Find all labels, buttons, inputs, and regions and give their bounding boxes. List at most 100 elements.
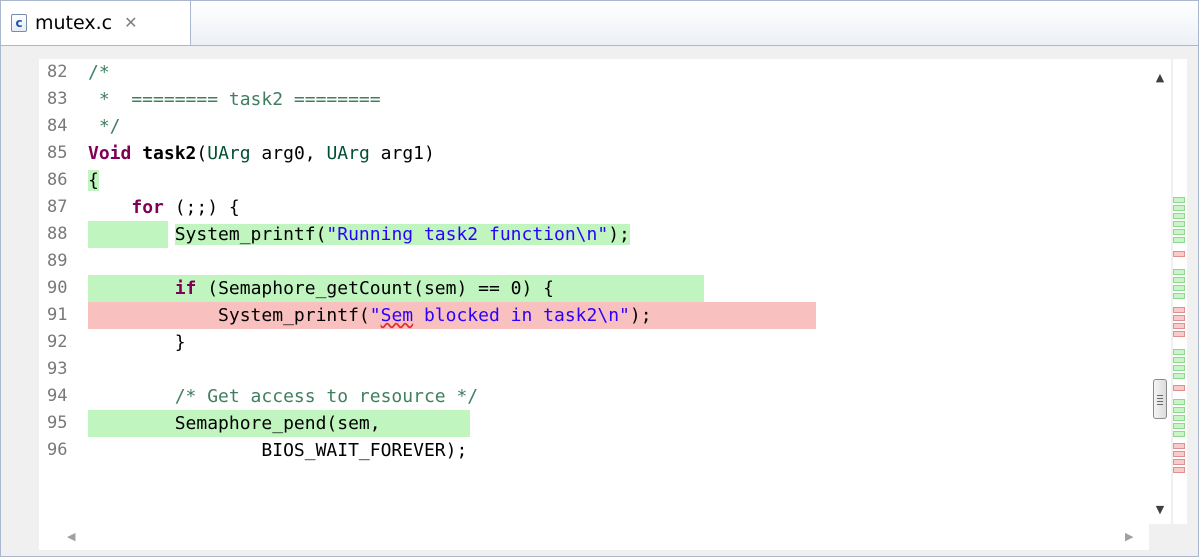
coverage-marker[interactable] <box>1173 285 1185 291</box>
tab-mutex-c[interactable]: c mutex.c ✕ <box>1 1 191 45</box>
code-line-covered[interactable]: Semaphore_pend(sem, <box>88 410 381 437</box>
code-line[interactable]: for (;;) { <box>88 194 240 221</box>
missed-marker[interactable] <box>1173 251 1185 257</box>
code-line[interactable]: BIOS_WAIT_FOREVER); <box>88 437 467 464</box>
code-token: arg0, <box>250 143 327 164</box>
overview-ruler[interactable] <box>1173 59 1187 524</box>
scroll-right-arrow-icon[interactable]: ▶ <box>1125 530 1133 543</box>
scrollbar-thumb[interactable] <box>1153 379 1167 419</box>
coverage-highlight-indent <box>88 221 168 248</box>
code-line-not-covered[interactable]: System_printf("Sem blocked in task2\n"); <box>88 302 652 329</box>
line-number: 96 <box>47 440 68 460</box>
scroll-left-arrow-icon[interactable]: ◀ <box>67 530 75 543</box>
scroll-up-arrow-icon[interactable]: ▲ <box>1149 71 1171 84</box>
missed-marker[interactable] <box>1173 385 1185 391</box>
line-number: 90 <box>47 278 68 298</box>
code-line[interactable]: * ======== task2 ======== <box>88 86 381 113</box>
line-number: 86 <box>47 170 68 190</box>
spelling-warning: Sem <box>380 305 414 326</box>
line-number: 91 <box>47 305 68 325</box>
code-line[interactable]: */ <box>88 113 121 140</box>
type-token: UArg <box>326 143 370 164</box>
grip-line <box>1157 401 1163 402</box>
code-token: (;;) { <box>163 197 240 218</box>
line-number: 94 <box>47 386 68 406</box>
code-editor[interactable]: 82 /* 83 * ======== task2 ======== 84 */… <box>39 59 1149 524</box>
missed-marker[interactable] <box>1173 459 1185 465</box>
string-literal: " <box>369 305 381 326</box>
coverage-marker[interactable] <box>1173 399 1185 405</box>
code-token: ); <box>608 224 630 245</box>
editor-window: c mutex.c ✕ 82 /* 83 * ======== task2 ==… <box>0 0 1199 557</box>
code-line[interactable]: /* Get access to resource */ <box>88 383 478 410</box>
code-token: ( <box>196 143 208 164</box>
coverage-marker[interactable] <box>1173 365 1185 371</box>
missed-marker[interactable] <box>1173 323 1185 329</box>
coverage-marker[interactable] <box>1173 357 1185 363</box>
code-line-covered[interactable]: if (Semaphore_getCount(sem) == 0) { <box>88 275 554 302</box>
line-number: 84 <box>47 116 68 136</box>
editor-tab-bar: c mutex.c ✕ <box>1 1 1198 46</box>
coverage-marker[interactable] <box>1173 415 1185 421</box>
function-name: task2 <box>142 143 197 164</box>
vertical-scrollbar[interactable]: ▲ ▼ <box>1149 59 1171 524</box>
code-line-covered[interactable]: System_printf("Running task2 function\n"… <box>88 221 630 248</box>
line-number: 83 <box>47 89 68 109</box>
coverage-marker[interactable] <box>1173 205 1185 211</box>
line-number: 92 <box>47 332 68 352</box>
coverage-marker[interactable] <box>1173 213 1185 219</box>
coverage-marker[interactable] <box>1173 373 1185 379</box>
coverage-marker[interactable] <box>1173 423 1185 429</box>
grip-line <box>1157 398 1163 399</box>
code-token: ); <box>629 305 652 326</box>
horizontal-scrollbar[interactable]: ◀ ▶ <box>39 524 1149 550</box>
keyword: if <box>174 278 197 299</box>
coverage-marker[interactable] <box>1173 237 1185 243</box>
coverage-marker[interactable] <box>1173 407 1185 413</box>
missed-marker[interactable] <box>1173 451 1185 457</box>
coverage-marker[interactable] <box>1173 229 1185 235</box>
type-token: UArg <box>207 143 251 164</box>
code-token: System_printf( <box>174 224 327 245</box>
line-number: 85 <box>47 143 68 163</box>
tab-title: mutex.c <box>35 12 113 34</box>
missed-marker[interactable] <box>1173 331 1185 337</box>
coverage-marker[interactable] <box>1173 269 1185 275</box>
missed-marker[interactable] <box>1173 467 1185 473</box>
code-line[interactable]: { <box>88 167 99 194</box>
code-line[interactable]: } <box>88 329 186 356</box>
code-token: (Semaphore_getCount(sem) == 0) { <box>196 278 555 299</box>
line-number: 88 <box>47 224 68 244</box>
grip-line <box>1157 404 1163 405</box>
grip-line <box>1157 395 1163 396</box>
coverage-marker[interactable] <box>1173 293 1185 299</box>
code-token: arg1) <box>369 143 435 164</box>
missed-marker[interactable] <box>1173 443 1185 449</box>
line-number: 93 <box>47 359 68 379</box>
coverage-marker[interactable] <box>1173 221 1185 227</box>
string-literal: blocked in task2\n" <box>413 305 630 326</box>
scroll-down-arrow-icon[interactable]: ▼ <box>1149 503 1171 516</box>
keyword: for <box>131 197 164 218</box>
line-number: 89 <box>47 251 68 271</box>
missed-marker[interactable] <box>1173 307 1185 313</box>
missed-marker[interactable] <box>1173 315 1185 321</box>
line-number: 82 <box>47 62 68 82</box>
coverage-highlight: System_printf("Running task2 function\n"… <box>174 224 630 245</box>
code-line[interactable]: Void task2(UArg arg0, UArg arg1) <box>88 140 435 167</box>
coverage-marker[interactable] <box>1173 197 1185 203</box>
c-source-file-icon: c <box>11 14 27 32</box>
coverage-marker[interactable] <box>1173 431 1185 437</box>
string-literal: "Running task2 function\n" <box>326 224 609 245</box>
coverage-marker[interactable] <box>1173 277 1185 283</box>
close-icon[interactable]: ✕ <box>124 15 137 31</box>
line-number: 87 <box>47 197 68 217</box>
brace-match: { <box>88 170 99 191</box>
code-line[interactable]: /* <box>88 59 110 86</box>
coverage-marker[interactable] <box>1173 349 1185 355</box>
line-number: 95 <box>47 413 68 433</box>
keyword: Void <box>88 143 132 164</box>
code-token: System_printf( <box>88 305 370 326</box>
